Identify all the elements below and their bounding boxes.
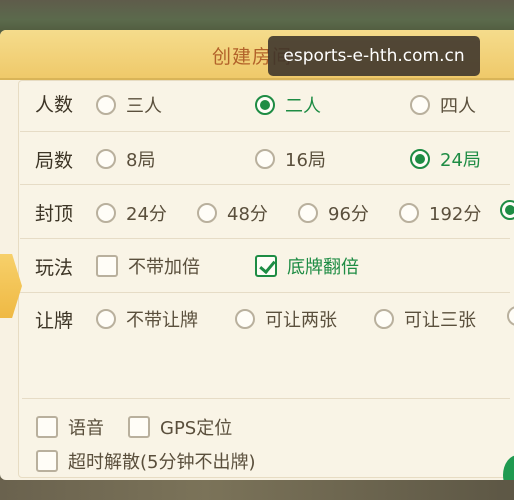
players-option-four[interactable]: 四人: [410, 92, 476, 118]
create-room-dialog: 创建房间 人数 三人 二人 四人 局数 8局 16局 24局 封顶 24分 48…: [0, 30, 514, 480]
rounds-option-24[interactable]: 24局: [410, 146, 481, 172]
concede-option-clipped[interactable]: [507, 306, 514, 326]
row-divider: [20, 131, 510, 132]
rules-label: 玩法: [35, 257, 74, 279]
concede-option-none[interactable]: 不带让牌: [96, 306, 198, 332]
radio-selected-icon: [255, 95, 275, 115]
option-label: 可让两张: [265, 310, 337, 331]
players-option-two[interactable]: 二人: [255, 92, 321, 118]
option-label: 不带加倍: [128, 257, 200, 278]
option-label: 二人: [285, 96, 321, 117]
cap-option-96[interactable]: 96分: [298, 200, 369, 226]
radio-icon: [298, 203, 318, 223]
rounds-option-16[interactable]: 16局: [255, 146, 326, 172]
radio-icon: [399, 203, 419, 223]
checkbox-icon: [36, 416, 58, 438]
radio-icon: [374, 309, 394, 329]
rounds-option-8[interactable]: 8局: [96, 146, 155, 172]
option-label: 可让三张: [404, 310, 476, 331]
background-floor: [0, 478, 514, 500]
players-option-three[interactable]: 三人: [96, 92, 162, 118]
watermark-label: esports-e-hth.com.cn: [268, 36, 480, 76]
radio-icon: [507, 306, 514, 326]
cap-option-clipped[interactable]: [500, 200, 514, 220]
option-label: 四人: [440, 96, 476, 117]
option-label: 192分: [429, 204, 482, 225]
rounds-label: 局数: [35, 150, 74, 172]
radio-selected-icon: [500, 200, 514, 220]
radio-icon: [255, 149, 275, 169]
row-divider: [20, 292, 510, 293]
option-label: 24局: [440, 150, 481, 171]
concede-option-three[interactable]: 可让三张: [374, 306, 476, 332]
players-label: 人数: [35, 94, 74, 116]
gps-checkbox[interactable]: GPS定位: [128, 414, 232, 440]
concede-option-two[interactable]: 可让两张: [235, 306, 337, 332]
concede-label: 让牌: [35, 310, 74, 332]
rules-option-bottom-double[interactable]: 底牌翻倍: [255, 253, 359, 279]
radio-icon: [410, 95, 430, 115]
radio-icon: [235, 309, 255, 329]
radio-icon: [197, 203, 217, 223]
voice-label: 语音: [68, 418, 104, 439]
timeout-dismiss-checkbox[interactable]: 超时解散(5分钟不出牌): [36, 448, 256, 474]
checkbox-checked-icon: [255, 255, 277, 277]
option-label: 96分: [328, 204, 369, 225]
cap-label: 封顶: [35, 203, 74, 225]
radio-icon: [96, 309, 116, 329]
gps-label: GPS定位: [160, 418, 233, 439]
rules-option-no-double[interactable]: 不带加倍: [96, 253, 200, 279]
row-divider: [20, 238, 510, 239]
row-divider: [20, 184, 510, 185]
checkbox-icon: [36, 450, 58, 472]
radio-selected-icon: [410, 149, 430, 169]
option-label: 底牌翻倍: [287, 257, 359, 278]
timeout-label: 超时解散(5分钟不出牌): [68, 452, 256, 473]
option-label: 24分: [126, 204, 167, 225]
footer-divider: [22, 398, 510, 399]
voice-checkbox[interactable]: 语音: [36, 414, 104, 440]
radio-icon: [96, 149, 116, 169]
cap-option-192[interactable]: 192分: [399, 200, 481, 226]
checkbox-icon: [128, 416, 150, 438]
cap-option-24[interactable]: 24分: [96, 200, 167, 226]
radio-icon: [96, 203, 116, 223]
option-label: 三人: [126, 96, 162, 117]
option-label: 48分: [227, 204, 268, 225]
option-label: 16局: [285, 150, 326, 171]
cap-option-48[interactable]: 48分: [197, 200, 268, 226]
checkbox-icon: [96, 255, 118, 277]
option-label: 8局: [126, 150, 156, 171]
radio-icon: [96, 95, 116, 115]
option-label: 不带让牌: [126, 310, 198, 331]
